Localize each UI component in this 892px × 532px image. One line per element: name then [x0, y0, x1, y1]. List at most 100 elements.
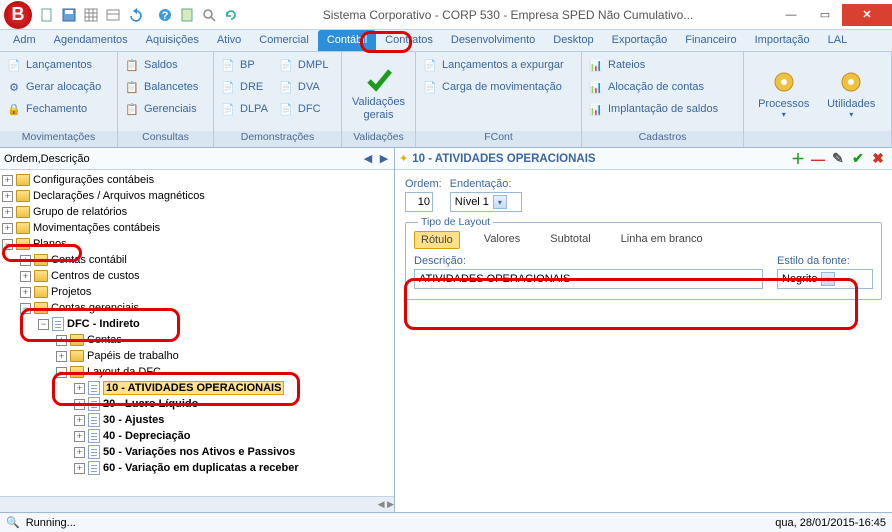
detail-star-icon: ✦ [399, 152, 408, 165]
ribbon-alocacao-contas[interactable]: 📊Alocação de contas [588, 76, 718, 98]
menu-tabs: Adm Agendamentos Aquisições Ativo Comerc… [0, 30, 892, 52]
ribbon-dfc[interactable]: 📄DFC [278, 98, 329, 120]
tree-item-50[interactable]: 50 - Variações nos Ativos e Passivos [103, 446, 295, 458]
tab-exportacao[interactable]: Exportação [603, 30, 677, 51]
folder-icon [70, 334, 84, 346]
ribbon-rateios[interactable]: 📊Rateios [588, 54, 718, 76]
list-icon: 📋 [124, 57, 140, 73]
page-icon [88, 413, 100, 427]
tab-desktop[interactable]: Desktop [544, 30, 602, 51]
grid-icon[interactable] [82, 6, 100, 24]
ribbon-lanc-expurgar[interactable]: 📄Lançamentos a expurgar [422, 54, 564, 76]
table-icon: 📊 [588, 57, 604, 73]
ribbon-utilidades[interactable]: Utilidades▾ [818, 54, 886, 131]
collapse-left-icon[interactable]: ◀ [360, 151, 376, 167]
page-icon [88, 445, 100, 459]
folder-icon [16, 206, 30, 218]
tab-adm[interactable]: Adm [4, 30, 45, 51]
tree-item-10[interactable]: 10 - ATIVIDADES OPERACIONAIS [103, 381, 284, 395]
horizontal-scrollbar[interactable]: ◀ ▶ [0, 496, 394, 512]
remove-button[interactable]: — [809, 150, 827, 168]
sheet-icon: 📄 [220, 101, 236, 117]
list-icon: 📋 [124, 101, 140, 117]
svg-text:?: ? [162, 10, 169, 22]
tab-linha-branco[interactable]: Linha em branco [615, 231, 709, 249]
ribbon-dmpl[interactable]: 📄DMPL [278, 54, 329, 76]
tab-subtotal[interactable]: Subtotal [544, 231, 596, 249]
ribbon-validacoes[interactable]: Validações gerais [348, 54, 409, 131]
table-icon: 📊 [588, 101, 604, 117]
tree-contas-gerenciais[interactable]: Contas gerenciais [51, 302, 139, 314]
ribbon-dre[interactable]: 📄DRE [220, 76, 268, 98]
ribbon-dlpa[interactable]: 📄DLPA [220, 98, 268, 120]
tab-desenvolvimento[interactable]: Desenvolvimento [442, 30, 544, 51]
tree-view[interactable]: +Configurações contábeis +Declarações / … [0, 170, 394, 496]
ribbon-lancamentos[interactable]: 📄Lançamentos [6, 54, 101, 76]
ribbon-group-dem: Demonstrações [214, 131, 341, 147]
ribbon-group-val: Validações [342, 131, 415, 147]
tab-aquisicoes[interactable]: Aquisições [137, 30, 208, 51]
tab-importacao[interactable]: Importação [746, 30, 819, 51]
list-icon: 📋 [124, 79, 140, 95]
tree-planos[interactable]: Planos [33, 238, 67, 250]
desc-input[interactable] [414, 269, 763, 289]
tree-filter-input[interactable] [2, 151, 360, 167]
tree-dfc-indireto[interactable]: DFC - Indireto [67, 318, 140, 330]
tree-layout-dfc[interactable]: Layout da DFC [87, 366, 161, 378]
save-icon[interactable] [60, 6, 78, 24]
ribbon-carga-mov[interactable]: 📄Carga de movimentação [422, 76, 564, 98]
tab-rotulo[interactable]: Rótulo [414, 231, 460, 249]
tab-contabil[interactable]: Contábil [318, 30, 376, 51]
ribbon-saldos[interactable]: 📋Saldos [124, 54, 198, 76]
folder-icon [34, 270, 48, 282]
ribbon-balancetes[interactable]: 📋Balancetes [124, 76, 198, 98]
estilo-combo[interactable]: Negrito▾ [777, 269, 873, 289]
minimize-button[interactable]: — [774, 4, 808, 26]
edit-button[interactable]: ✎ [829, 150, 847, 168]
search-icon[interactable] [200, 6, 218, 24]
tree-item-30[interactable]: 30 - Ajustes [103, 414, 164, 426]
status-running: Running... [26, 517, 76, 529]
tab-financeiro[interactable]: Financeiro [676, 30, 745, 51]
confirm-button[interactable]: ✔ [849, 150, 867, 168]
tree-item-20[interactable]: 20 - Lucro Líquido [103, 398, 198, 410]
tab-ativo[interactable]: Ativo [208, 30, 250, 51]
ribbon-fechamento[interactable]: 🔒Fechamento [6, 98, 101, 120]
chevron-down-icon: ▾ [821, 272, 835, 286]
tab-valores[interactable]: Valores [478, 231, 526, 249]
tab-lal[interactable]: LAL [819, 30, 857, 51]
tree-item-40[interactable]: 40 - Depreciação [103, 430, 190, 442]
collapse-right-icon[interactable]: ▶ [376, 151, 392, 167]
calc-icon[interactable] [178, 6, 196, 24]
ribbon-gerar-alocacao[interactable]: ⚙Gerar alocação [6, 76, 101, 98]
ribbon-gerenciais[interactable]: 📋Gerenciais [124, 98, 198, 120]
tree-item-60[interactable]: 60 - Variação em duplicatas a receber [103, 462, 299, 474]
page-icon [88, 429, 100, 443]
endent-combo[interactable]: Nível 1▾ [450, 192, 522, 212]
ribbon-dva[interactable]: 📄DVA [278, 76, 329, 98]
ribbon-implantacao-saldos[interactable]: 📊Implantação de saldos [588, 98, 718, 120]
tab-contratos[interactable]: Contratos [376, 30, 442, 51]
folder-icon [34, 302, 48, 314]
ribbon-processos[interactable]: Processos▾ [750, 54, 818, 131]
sheet-icon: 📄 [278, 101, 294, 117]
window-title: Sistema Corporativo - CORP 530 - Empresa… [242, 8, 774, 22]
add-button[interactable]: ＋ [789, 150, 807, 168]
sheet-icon: 📄 [278, 79, 294, 95]
new-doc-icon[interactable] [38, 6, 56, 24]
ribbon-bp[interactable]: 📄BP [220, 54, 268, 76]
magnifier-icon: 🔍 [6, 516, 20, 529]
maximize-button[interactable]: ▭ [808, 4, 842, 26]
table-icon[interactable] [104, 6, 122, 24]
help-icon[interactable]: ? [156, 6, 174, 24]
ordem-input[interactable] [405, 192, 433, 212]
endent-label: Endentação: [450, 178, 522, 190]
detail-title: 10 - ATIVIDADES OPERACIONAIS [412, 153, 788, 165]
refresh-icon[interactable] [222, 6, 240, 24]
close-button[interactable]: ✕ [842, 4, 892, 26]
tab-comercial[interactable]: Comercial [250, 30, 318, 51]
tab-agendamentos[interactable]: Agendamentos [45, 30, 137, 51]
estilo-label: Estilo da fonte: [777, 255, 873, 267]
undo-icon[interactable] [126, 6, 144, 24]
cancel-button[interactable]: ✖ [869, 150, 887, 168]
